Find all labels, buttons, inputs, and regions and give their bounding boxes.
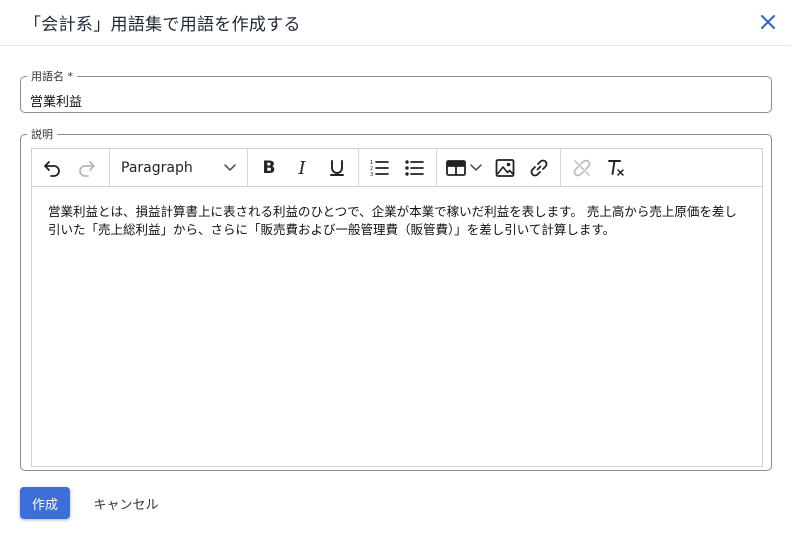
italic-button[interactable]: I	[288, 154, 316, 182]
redo-button[interactable]	[73, 154, 101, 182]
numbered-list-icon: 1 2 3	[370, 160, 389, 178]
bulleted-list-icon	[405, 160, 424, 176]
redo-icon	[79, 161, 95, 177]
term-name-input[interactable]	[30, 91, 750, 109]
close-icon	[761, 15, 775, 29]
chevron-down-icon	[224, 164, 236, 172]
block-format-select[interactable]: Paragraph	[112, 154, 242, 182]
close-button[interactable]	[756, 10, 780, 34]
bold-button[interactable]: B	[255, 154, 283, 182]
clear-formatting-button[interactable]	[602, 154, 630, 182]
toolbar-separator	[358, 149, 359, 186]
clear-formatting-icon	[608, 160, 624, 176]
image-icon	[495, 159, 515, 177]
dialog-title: 「会計系」用語集で用語を作成する	[24, 15, 301, 35]
editor-toolbar: Paragraph B I 1 2 3	[32, 149, 762, 187]
chevron-down-icon	[470, 164, 482, 172]
unlink-button[interactable]	[568, 154, 596, 182]
term-name-field: 用語名 *	[20, 71, 772, 113]
description-field: 説明 Paragraph B I 1 2 3 営業利益とは、損益計算書上に表され…	[20, 129, 772, 471]
link-icon	[530, 159, 548, 177]
bold-icon: B	[262, 158, 276, 178]
underline-icon	[330, 160, 344, 176]
toolbar-separator	[109, 149, 110, 186]
rich-text-editor: Paragraph B I 1 2 3 営業利益とは、損益計算書上に表される利益…	[31, 148, 763, 467]
toolbar-separator	[247, 149, 248, 186]
insert-link-button[interactable]	[525, 154, 553, 182]
table-icon	[446, 160, 466, 176]
italic-icon: I	[298, 157, 306, 179]
toolbar-separator	[560, 149, 561, 186]
underline-button[interactable]	[323, 154, 351, 182]
block-format-value: Paragraph	[121, 160, 193, 176]
insert-image-button[interactable]	[491, 154, 519, 182]
undo-icon	[44, 161, 60, 177]
create-button[interactable]: 作成	[20, 487, 70, 519]
unlink-icon	[573, 159, 591, 177]
table-button[interactable]	[443, 154, 485, 182]
bulleted-list-button[interactable]	[400, 154, 428, 182]
numbered-list-button[interactable]: 1 2 3	[365, 154, 393, 182]
dialog-header: 「会計系」用語集で用語を作成する	[0, 0, 791, 46]
description-label: 説明	[31, 128, 53, 141]
cancel-button[interactable]: キャンセル	[84, 487, 168, 519]
toolbar-separator	[436, 149, 437, 186]
term-name-label: 用語名 *	[31, 70, 73, 83]
editor-content[interactable]: 営業利益とは、損益計算書上に表される利益のひとつで、企業が本業で稼いだ利益を表し…	[48, 203, 748, 239]
undo-button[interactable]	[38, 154, 66, 182]
svg-text:3: 3	[370, 172, 373, 178]
